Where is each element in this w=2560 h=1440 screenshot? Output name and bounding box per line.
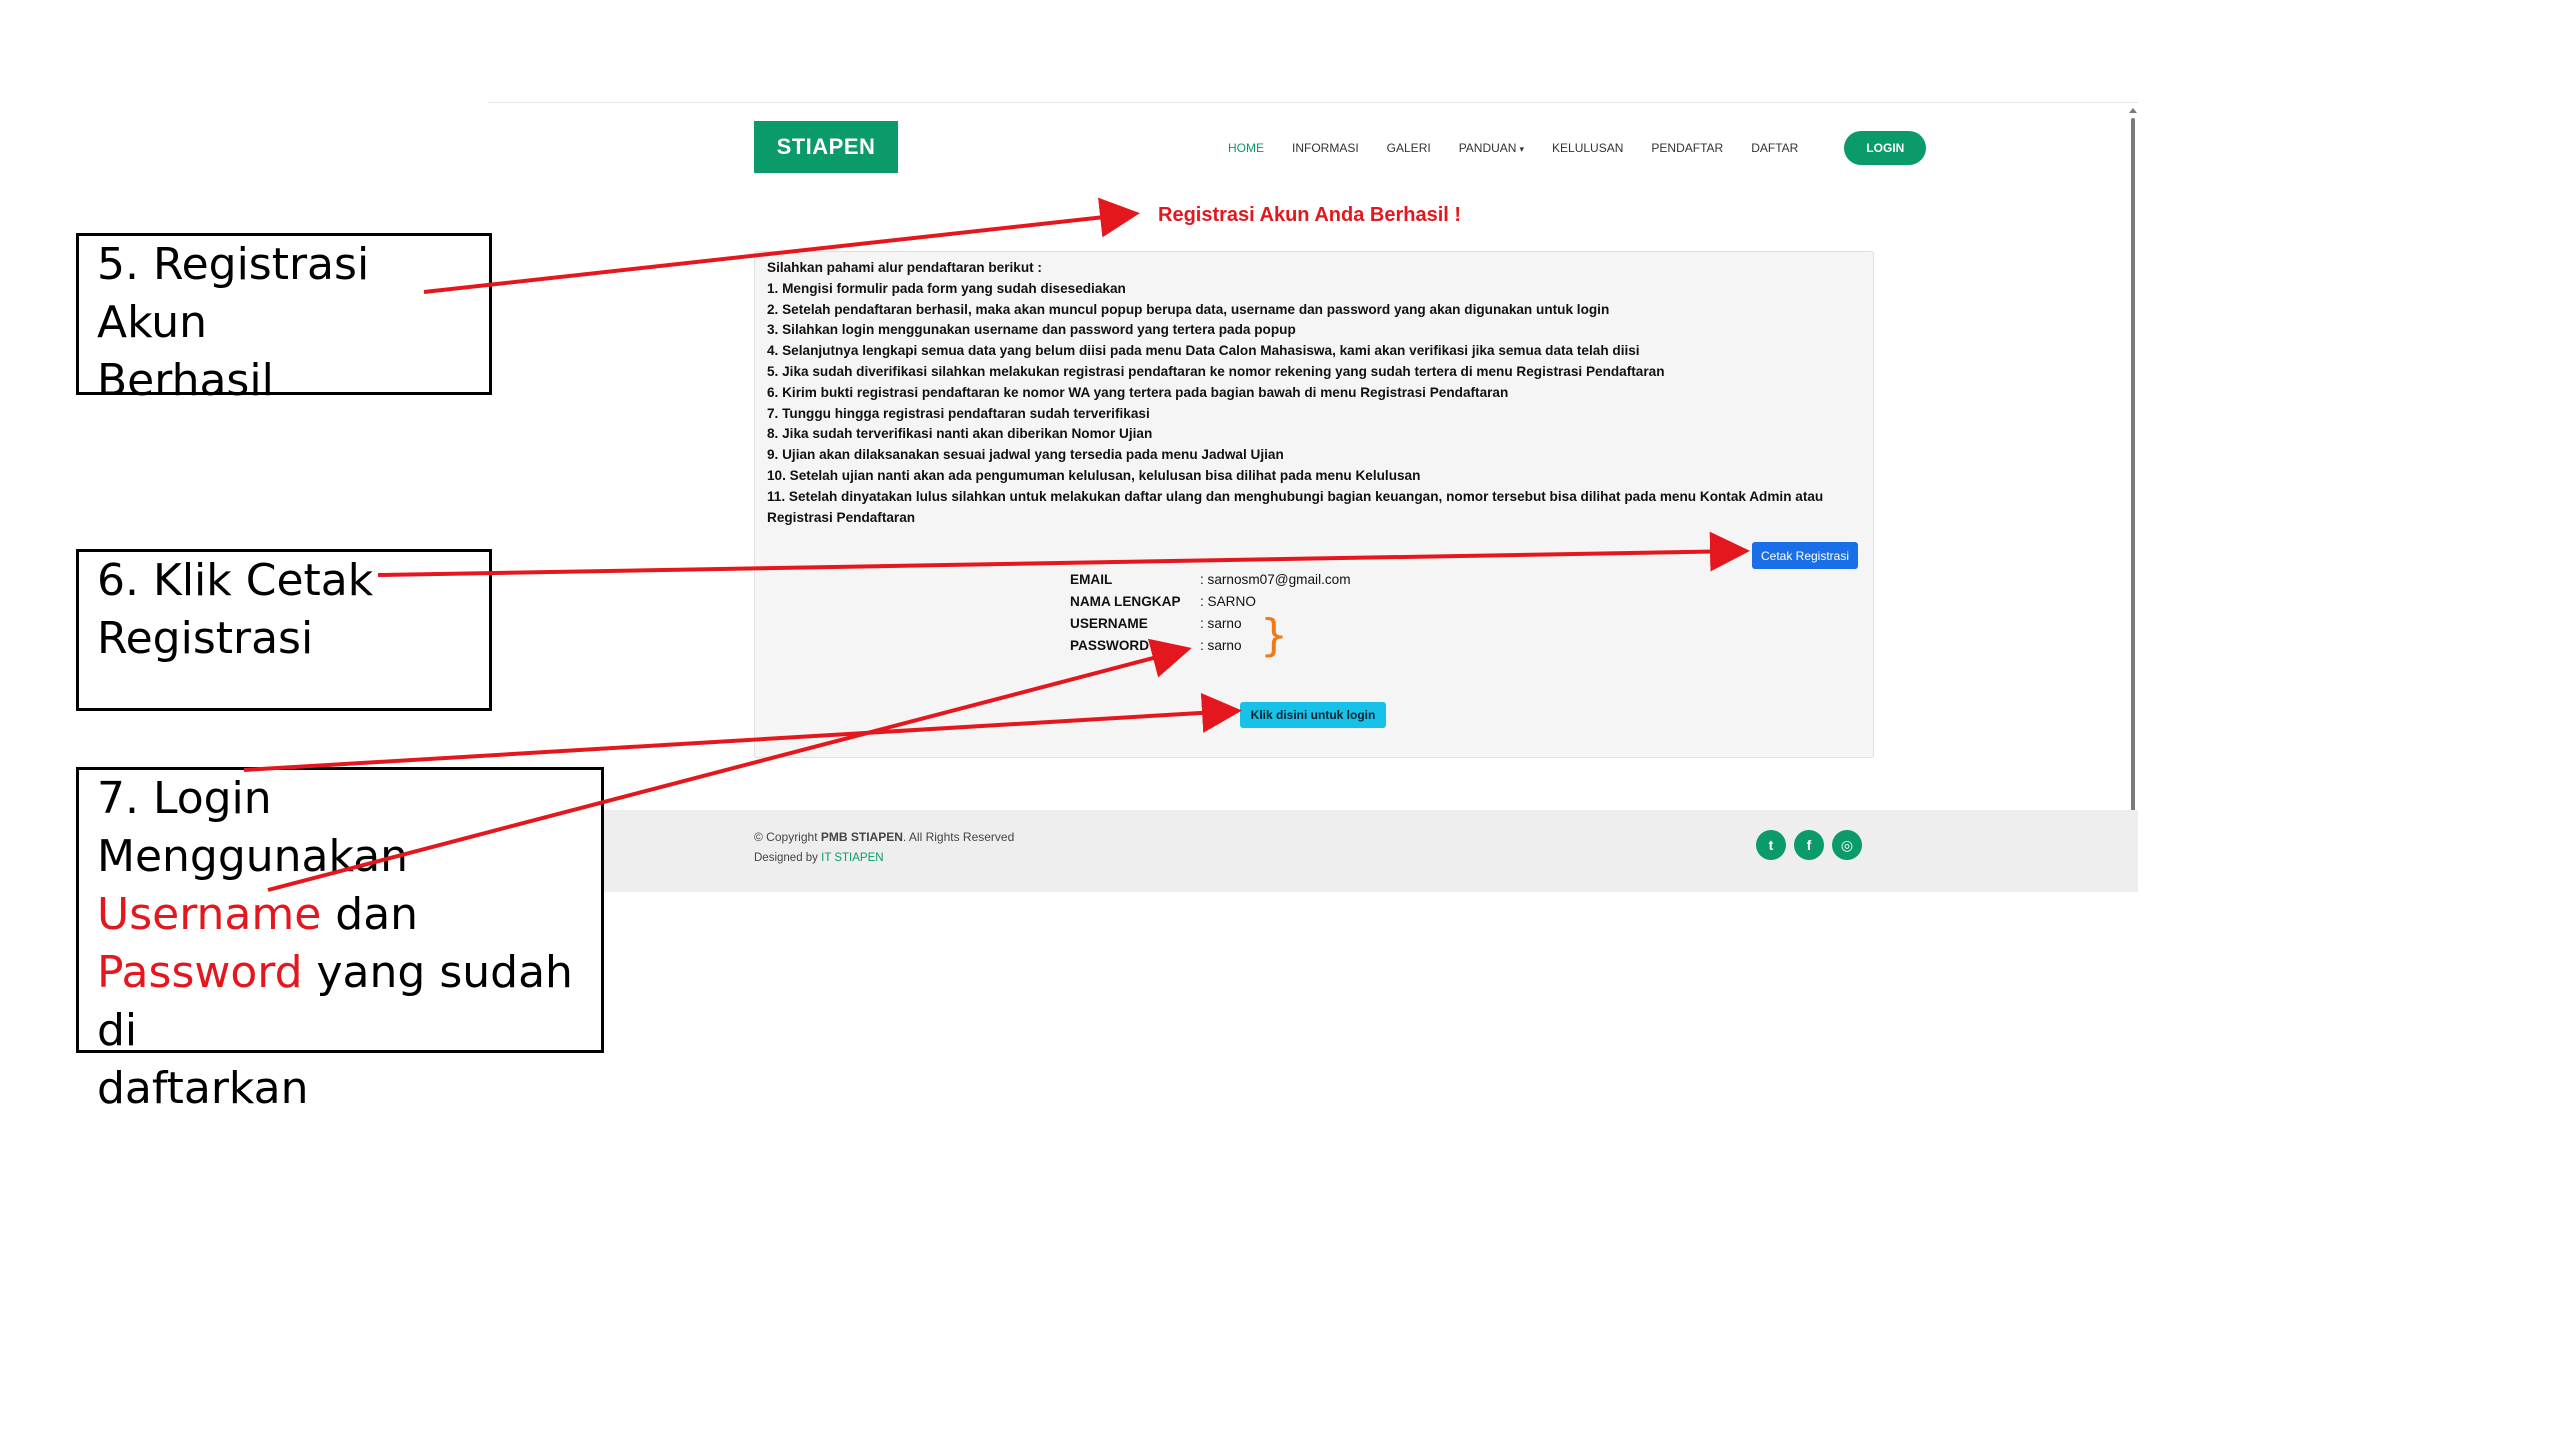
annotation-line: 7. Login Menggunakan [97,773,409,882]
site-logo[interactable]: STIAPEN [754,121,898,173]
main-nav: HOME INFORMASI GALERI PANDUAN ▾ KELULUSAN… [1228,130,1927,166]
annotation-username-word: Username [97,889,322,940]
site-footer [488,810,2138,892]
nav-home[interactable]: HOME [1228,141,1264,155]
orange-brace-mark: } [1260,610,1288,661]
credential-row-name: NAMA LENGKAP : SARNO [1070,594,1256,609]
nav-panduan-label: PANDUAN [1458,141,1517,155]
annotation-box-step6: 6. Klik Cetak Registrasi [76,549,492,711]
nav-galeri[interactable]: GALERI [1387,141,1431,155]
credential-row-username: USERNAME : sarno [1070,616,1242,631]
annotation-line: 6. Klik Cetak [97,555,374,606]
chevron-down-icon: ▾ [1519,144,1525,154]
annotation-password-word: Password [97,947,303,998]
credential-key: PASSWORD [1070,638,1150,653]
step-item: 9. Ujian akan dilaksanakan sesuai jadwal… [767,447,1284,463]
step-item: 10. Setelah ujian nanti akan ada pengumu… [767,467,1421,483]
designed-prefix: Designed by [754,852,822,864]
annotation-dan: dan [321,889,419,940]
step-item: 7. Tunggu hingga registrasi pendaftaran … [767,405,1150,421]
cetak-registrasi-button[interactable]: Cetak Registrasi [1752,542,1858,569]
footer-copyright: © Copyright PMB STIAPEN. All Rights Rese… [754,830,1014,844]
copyright-brand: PMB STIAPEN [820,830,903,844]
nav-daftar[interactable]: DAFTAR [1751,141,1798,155]
nav-panduan[interactable]: PANDUAN ▾ [1459,141,1524,155]
facebook-icon[interactable]: f [1794,830,1824,860]
scroll-up-arrow-icon[interactable] [2129,108,2137,113]
twitter-icon[interactable]: t [1756,830,1786,860]
credential-value: : sarno [1200,638,1242,653]
footer-designed-by: Designed by IT STIAPEN [754,852,884,864]
instagram-icon[interactable]: ◎ [1832,830,1862,860]
credential-key: USERNAME [1070,616,1148,631]
nav-kelulusan[interactable]: KELULUSAN [1552,141,1623,155]
credential-row-email: EMAIL : sarnosm07@gmail.com [1070,572,1351,587]
copyright-prefix: © Copyright [754,830,821,844]
annotation-line: Username dan [97,886,583,944]
step-item: 8. Jika sudah terverifikasi nanti akan d… [767,426,1153,442]
annotation-line: Password yang sudah di [97,944,583,1060]
vertical-scrollbar[interactable] [2128,108,2138,888]
credential-value: : sarno [1200,616,1242,631]
step-item: 3. Silahkan login menggunakan username d… [767,322,1296,338]
klik-login-button[interactable]: Klik disini untuk login [1240,702,1386,728]
nav-pendaftar[interactable]: PENDAFTAR [1651,141,1723,155]
annotation-line: 5. Registrasi Akun [97,239,370,348]
credential-value: : sarnosm07@gmail.com [1200,572,1351,587]
annotation-box-step7: 7. Login Menggunakan Username dan Passwo… [76,767,604,1114]
credential-key: EMAIL [1070,572,1113,587]
success-title: Registrasi Akun Anda Berhasil ! [1158,204,1462,226]
annotation-line: daftarkan [97,1063,309,1114]
step-item: 4. Selanjutnya lengkapi semua data yang … [767,343,1640,359]
annotation-line: Berhasil [97,355,274,406]
annotation-box-step5: 5. Registrasi Akun Berhasil [76,233,492,406]
step-item: 11. Setelah dinyatakan lulus silahkan un… [767,488,1824,525]
credential-key: NAMA LENGKAP [1070,594,1181,609]
step-item: 2. Setelah pendaftaran berhasil, maka ak… [767,301,1610,317]
copyright-suffix: . All Rights Reserved [902,830,1015,844]
scrollbar-thumb[interactable] [2131,118,2135,868]
step-item: 5. Jika sudah diverifikasi silahkan mela… [767,363,1665,379]
credential-row-password: PASSWORD : sarno [1070,638,1242,653]
annotation-line: Registrasi [97,613,314,664]
registration-steps: Silahkan pahami alur pendaftaran berikut… [767,258,1867,528]
nav-informasi[interactable]: INFORMASI [1292,141,1359,155]
step-item: 6. Kirim bukti registrasi pendaftaran ke… [767,384,1509,400]
designed-by-link[interactable]: IT STIAPEN [821,852,883,864]
step-item: 1. Mengisi formulir pada form yang sudah… [767,280,1126,296]
login-button[interactable]: LOGIN [1844,131,1927,165]
credential-value: : SARNO [1200,594,1256,609]
steps-intro: Silahkan pahami alur pendaftaran berikut… [767,260,1042,275]
